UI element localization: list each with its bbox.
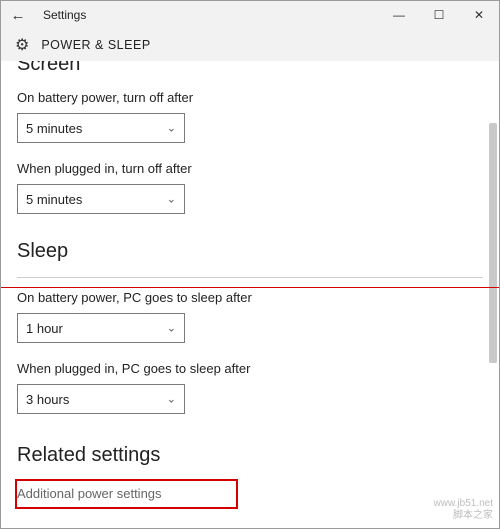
chevron-down-icon: ⌄ <box>167 193 176 206</box>
sleep-plugged-label: When plugged in, PC goes to sleep after <box>17 361 483 376</box>
page-title: POWER & SLEEP <box>41 38 150 52</box>
watermark-url: www.jb51.net <box>434 498 493 510</box>
settings-window: ← Settings — ☐ ✕ ⚙ POWER & SLEEP Screen … <box>0 0 500 529</box>
sleep-heading: Sleep <box>17 240 483 263</box>
annotation-red-line <box>1 287 499 288</box>
maximize-icon: ☐ <box>434 8 445 22</box>
sleep-battery-label: On battery power, PC goes to sleep after <box>17 290 483 305</box>
sleep-battery-value: 1 hour <box>26 321 63 336</box>
maximize-button[interactable]: ☐ <box>419 1 459 29</box>
screen-battery-label: On battery power, turn off after <box>17 90 483 105</box>
window-controls: — ☐ ✕ <box>379 1 499 29</box>
close-icon: ✕ <box>474 8 484 22</box>
vertical-scrollbar[interactable] <box>489 123 497 363</box>
screen-heading: Screen <box>17 61 483 76</box>
gear-icon: ⚙ <box>15 35 29 55</box>
chevron-down-icon: ⌄ <box>167 393 176 406</box>
sleep-battery-dropdown[interactable]: 1 hour ⌄ <box>17 313 185 343</box>
page-header: ⚙ POWER & SLEEP <box>1 29 499 61</box>
chevron-down-icon: ⌄ <box>167 122 176 135</box>
minimize-icon: — <box>393 8 405 22</box>
annotation-highlight-box: Additional power settings <box>15 479 238 509</box>
screen-plugged-label: When plugged in, turn off after <box>17 161 483 176</box>
screen-plugged-value: 5 minutes <box>26 192 82 207</box>
sleep-plugged-dropdown[interactable]: 3 hours ⌄ <box>17 384 185 414</box>
titlebar: ← Settings — ☐ ✕ <box>1 1 499 29</box>
minimize-button[interactable]: — <box>379 1 419 29</box>
back-button[interactable]: ← <box>1 1 35 29</box>
close-button[interactable]: ✕ <box>459 1 499 29</box>
screen-plugged-dropdown[interactable]: 5 minutes ⌄ <box>17 184 185 214</box>
screen-battery-value: 5 minutes <box>26 121 82 136</box>
sleep-plugged-value: 3 hours <box>26 392 69 407</box>
section-divider <box>17 277 483 278</box>
window-title: Settings <box>43 8 379 22</box>
screen-battery-dropdown[interactable]: 5 minutes ⌄ <box>17 113 185 143</box>
watermark-text: 脚本之家 <box>434 510 493 522</box>
watermark: www.jb51.net 脚本之家 <box>434 498 493 522</box>
related-heading: Related settings <box>17 444 483 467</box>
chevron-down-icon: ⌄ <box>167 322 176 335</box>
back-arrow-icon: ← <box>11 7 26 24</box>
content-area: Screen On battery power, turn off after … <box>1 61 499 528</box>
additional-power-settings-link[interactable]: Additional power settings <box>17 486 162 501</box>
